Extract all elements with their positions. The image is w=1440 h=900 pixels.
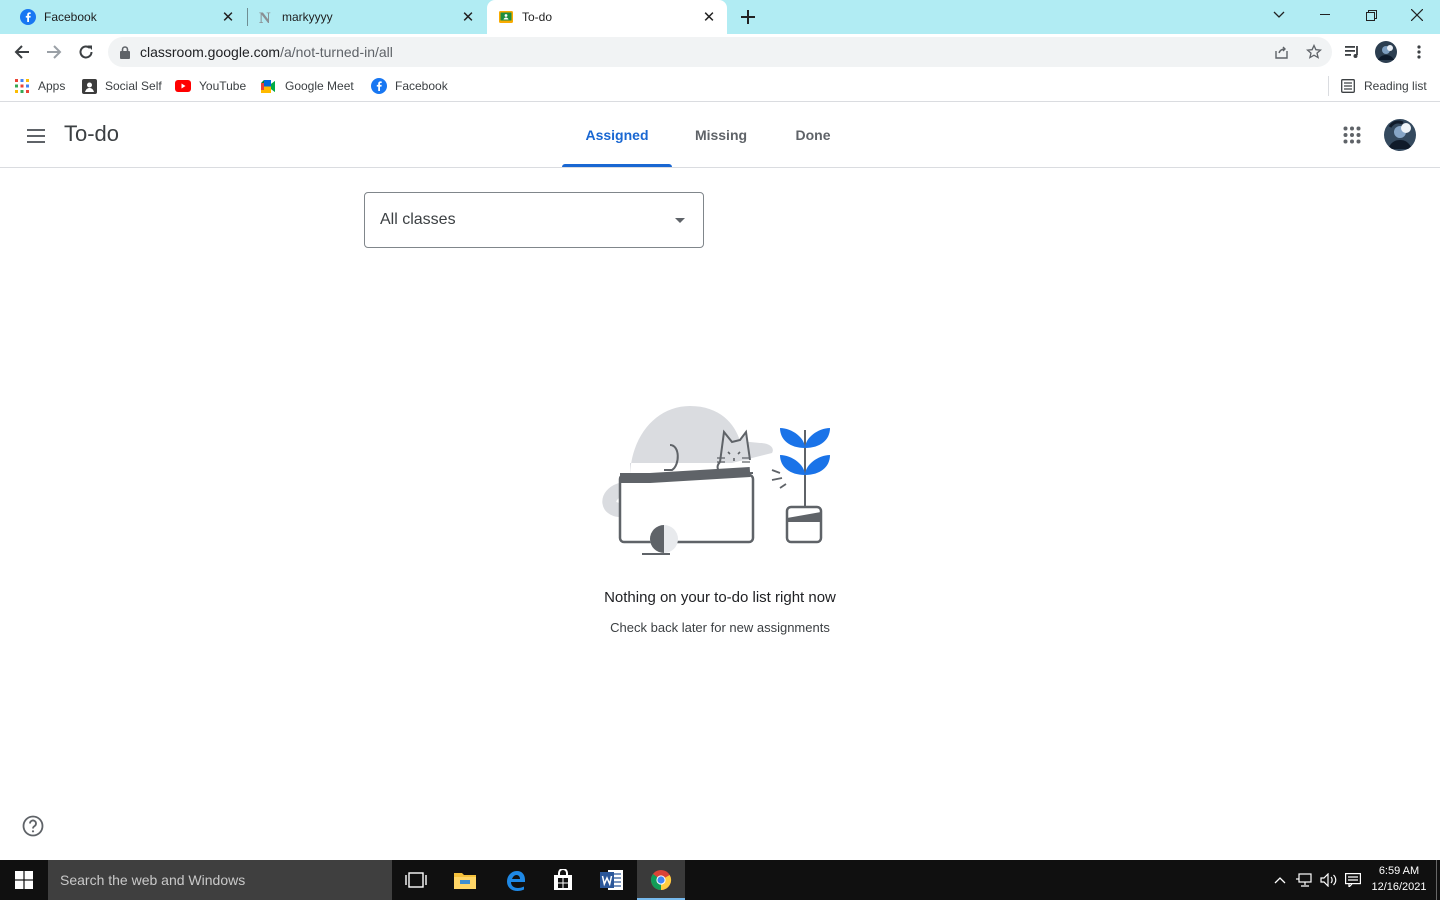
dropdown-caret-icon xyxy=(675,218,685,223)
back-icon[interactable] xyxy=(7,37,37,67)
close-icon[interactable]: ✕ xyxy=(699,7,719,27)
page-title: To-do xyxy=(64,121,120,146)
reading-list-button[interactable]: Reading list xyxy=(1340,76,1427,96)
close-icon[interactable]: ✕ xyxy=(458,7,478,27)
url-host: classroom.google.com xyxy=(140,44,281,60)
empty-state-subtitle: Check back later for new assignments xyxy=(610,620,830,635)
help-icon[interactable] xyxy=(22,815,44,837)
tab-search-icon[interactable] xyxy=(1256,0,1302,30)
tab-missing[interactable]: Missing xyxy=(680,103,762,167)
restore-icon[interactable] xyxy=(1348,0,1394,30)
tab-assigned[interactable]: Assigned xyxy=(562,103,672,167)
taskbar-clock[interactable]: 6:59 AM 12/16/2021 xyxy=(1362,863,1436,895)
lock-icon xyxy=(120,45,130,59)
windows-taskbar: Search the web and Windows 6:59 AM 12/16… xyxy=(0,860,1440,900)
close-icon[interactable]: ✕ xyxy=(218,7,238,27)
reading-list-icon xyxy=(1340,78,1356,94)
reload-icon[interactable] xyxy=(71,37,101,67)
clock-time: 6:59 AM xyxy=(1378,865,1420,877)
bookmark-facebook[interactable]: Facebook xyxy=(371,76,448,96)
taskbar-search-input[interactable]: Search the web and Windows xyxy=(48,860,392,900)
notion-n-icon: N xyxy=(258,9,274,25)
bookmark-google-meet[interactable]: Google Meet xyxy=(261,76,354,96)
new-tab-button[interactable] xyxy=(737,6,759,28)
bookmark-youtube[interactable]: YouTube xyxy=(175,76,246,96)
network-icon[interactable] xyxy=(1294,860,1316,900)
svg-text:N: N xyxy=(259,10,271,25)
tab-title: markyyyy xyxy=(282,10,333,24)
bookmark-label: Apps xyxy=(38,79,66,93)
address-bar[interactable]: classroom.google.com/a/not-turned-in/all xyxy=(108,37,1332,67)
file-explorer-icon[interactable] xyxy=(441,860,489,900)
browser-toolbar: classroom.google.com/a/not-turned-in/all xyxy=(0,34,1440,70)
tab-title: To-do xyxy=(522,10,553,24)
app-header: To-do Assigned Missing Done xyxy=(0,103,1440,168)
bookmark-label: Facebook xyxy=(395,79,448,93)
browser-tab-strip: Facebook ✕ N markyyyy ✕ To-do ✕ xyxy=(0,0,1440,34)
google-meet-icon xyxy=(261,78,277,94)
bookmarks-bar: Apps Social Self YouTube Google Meet Fac… xyxy=(0,70,1440,102)
class-filter-value: All classes xyxy=(380,211,456,228)
store-icon[interactable] xyxy=(539,860,587,900)
word-icon[interactable] xyxy=(588,860,636,900)
google-apps-icon[interactable] xyxy=(1336,119,1368,151)
bookmark-apps[interactable]: Apps xyxy=(14,76,65,96)
facebook-icon xyxy=(20,9,36,25)
bookmark-label: YouTube xyxy=(199,79,247,93)
apps-grid-icon xyxy=(14,78,30,94)
bookmark-social-self[interactable]: Social Self xyxy=(81,76,162,96)
minimize-icon[interactable] xyxy=(1302,0,1348,30)
empty-state-illustration xyxy=(600,400,840,560)
url-path: /a/not-turned-in/all xyxy=(280,44,393,60)
browser-tab-facebook[interactable]: Facebook ✕ xyxy=(0,0,246,34)
classroom-icon xyxy=(498,9,514,25)
share-icon[interactable] xyxy=(1266,37,1296,67)
bookmark-star-icon[interactable] xyxy=(1299,37,1329,67)
tab-title: Facebook xyxy=(44,10,97,24)
edge-icon[interactable] xyxy=(491,860,539,900)
bookmark-label: Google Meet xyxy=(285,79,354,93)
browser-tab-markyyyy[interactable]: N markyyyy ✕ xyxy=(238,0,486,34)
forward-icon[interactable] xyxy=(39,37,69,67)
media-control-icon[interactable] xyxy=(1338,37,1368,67)
show-desktop-button[interactable] xyxy=(1436,860,1437,900)
bookmarks-divider xyxy=(1328,76,1329,96)
start-button[interactable] xyxy=(0,860,48,900)
volume-icon[interactable] xyxy=(1318,860,1340,900)
social-self-icon xyxy=(81,78,97,94)
show-hidden-icons-icon[interactable] xyxy=(1270,860,1290,900)
empty-state-title: Nothing on your to-do list right now xyxy=(604,589,836,606)
class-filter-select[interactable]: All classes xyxy=(364,192,704,248)
reading-list-label: Reading list xyxy=(1364,79,1427,93)
chrome-icon[interactable] xyxy=(637,860,685,900)
account-avatar[interactable] xyxy=(1384,119,1416,151)
browser-menu-icon[interactable] xyxy=(1404,37,1434,67)
tab-done[interactable]: Done xyxy=(780,103,846,167)
facebook-icon xyxy=(371,78,387,94)
profile-avatar-icon[interactable] xyxy=(1371,37,1401,67)
youtube-icon xyxy=(175,78,191,94)
close-window-icon[interactable] xyxy=(1394,0,1440,30)
bookmark-label: Social Self xyxy=(105,79,162,93)
action-center-icon[interactable] xyxy=(1342,860,1364,900)
task-view-icon[interactable] xyxy=(392,860,440,900)
main-menu-icon[interactable] xyxy=(20,120,52,152)
clock-date: 12/16/2021 xyxy=(1371,881,1427,893)
browser-tab-todo[interactable]: To-do ✕ xyxy=(487,0,727,34)
